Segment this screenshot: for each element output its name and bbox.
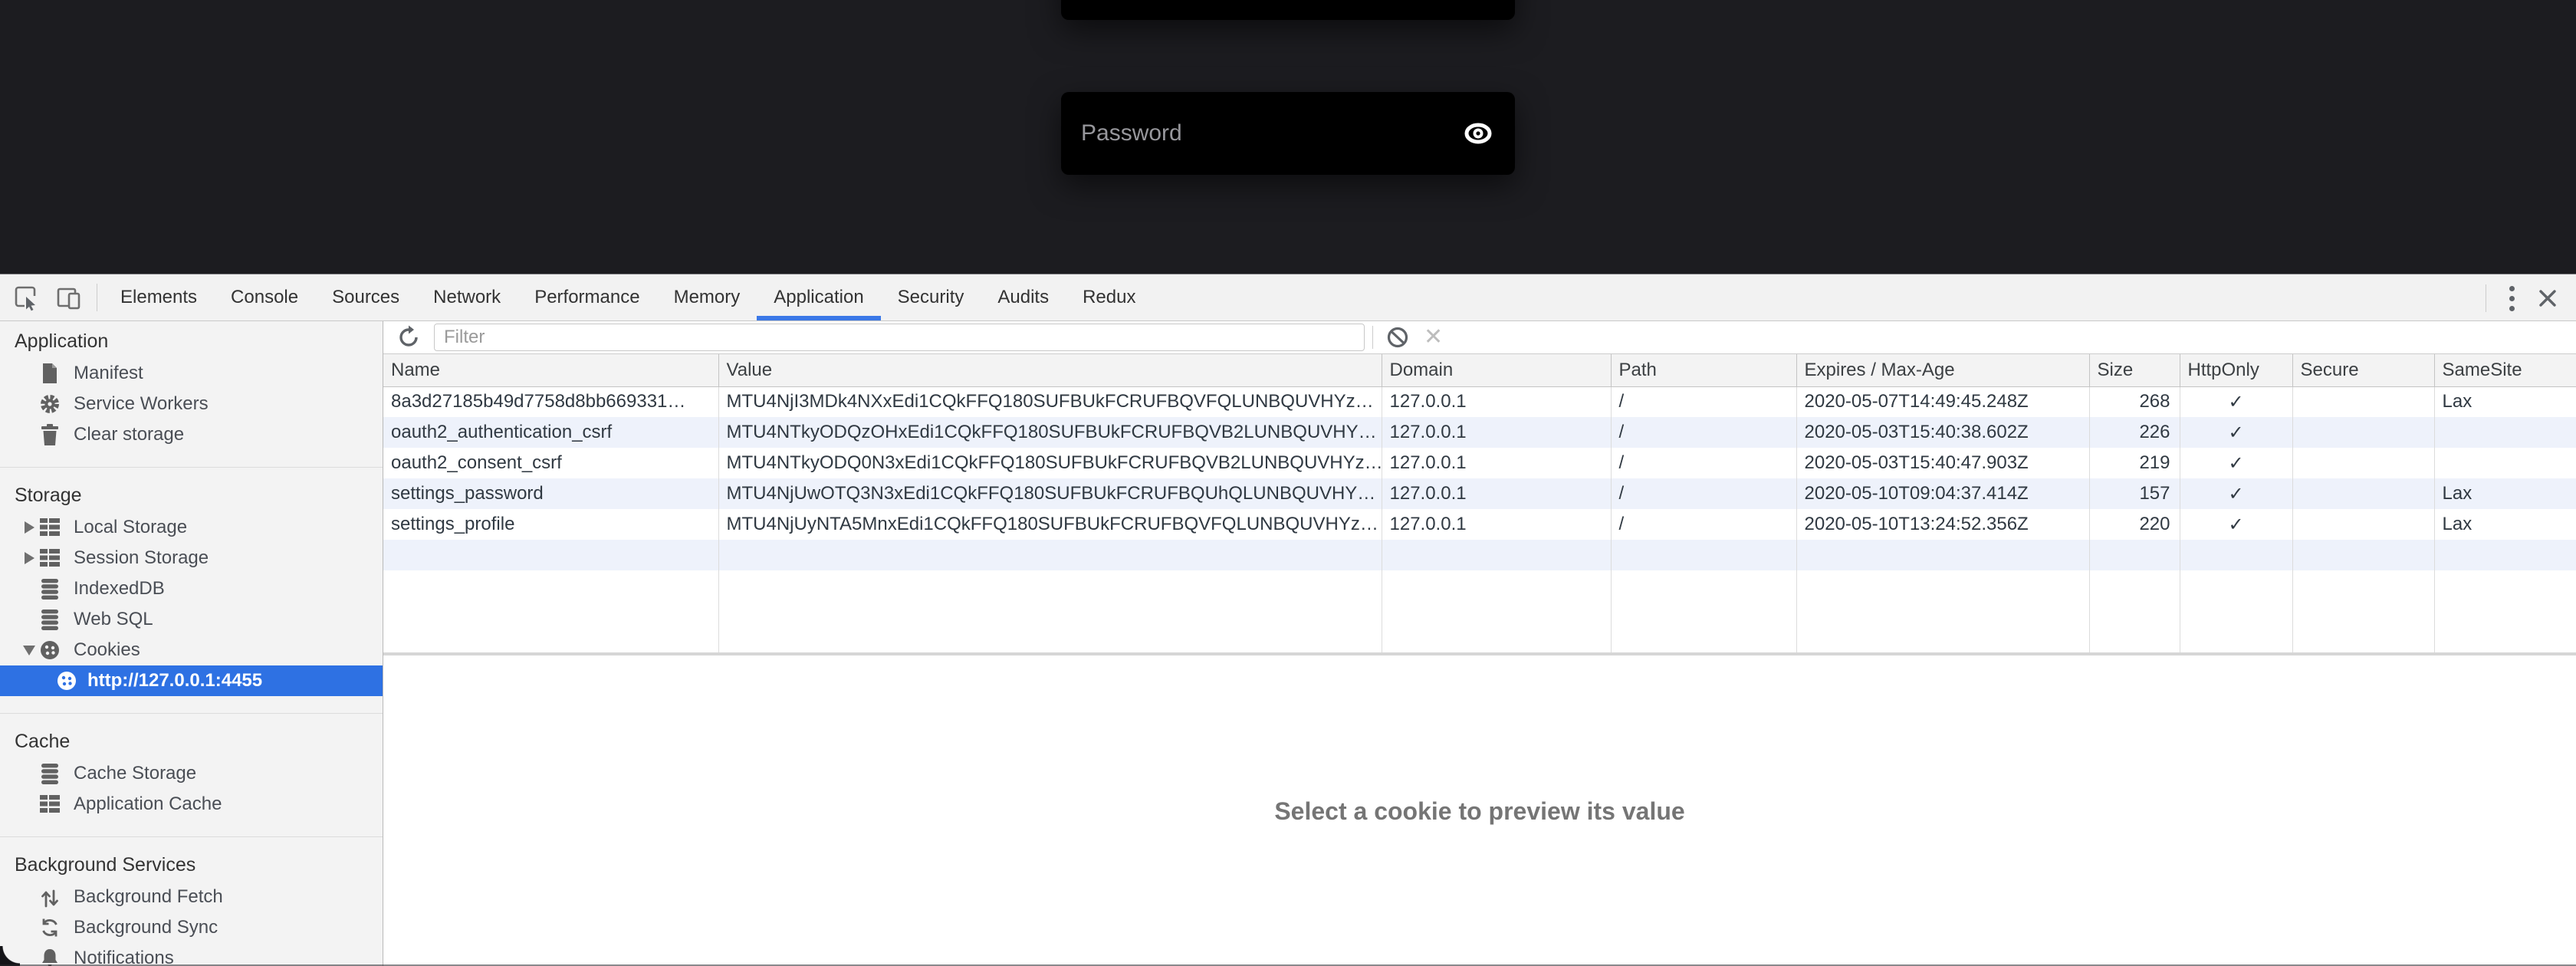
sidebar-item-cookie-origin-selected[interactable]: http://127.0.0.1:4455 — [0, 665, 383, 696]
password-field[interactable] — [1061, 92, 1515, 175]
column-header-domain[interactable]: Domain — [1382, 354, 1611, 386]
sidebar-item-session-storage[interactable]: Session Storage — [0, 543, 383, 573]
login-page — [0, 0, 2576, 274]
inspect-element-icon[interactable] — [5, 274, 48, 320]
tab-console[interactable]: Console — [214, 274, 315, 320]
httponly-check: ✓ — [2180, 509, 2292, 540]
sidebar-item-indexeddb[interactable]: IndexedDB — [0, 573, 383, 604]
table-icon — [38, 518, 61, 537]
sidebar-item-background-fetch[interactable]: Background Fetch — [0, 882, 383, 912]
sidebar-item-web-sql[interactable]: Web SQL — [0, 604, 383, 635]
table-header-row: Name Value Domain Path Expires / Max-Age… — [383, 354, 2576, 386]
sidebar-item-application-cache[interactable]: Application Cache — [0, 789, 383, 820]
tab-elements[interactable]: Elements — [104, 274, 214, 320]
expand-arrow-icon[interactable] — [20, 521, 38, 534]
collapse-arrow-icon[interactable] — [20, 646, 38, 656]
cookie-row[interactable]: 8a3d27185b49d7758d8bb669331… MTU4NjI3MDk… — [383, 386, 2576, 417]
username-field[interactable] — [1061, 0, 1515, 20]
database-icon — [38, 578, 61, 600]
document-icon — [38, 363, 61, 384]
cookie-row[interactable]: oauth2_consent_csrf MTU4NTkyODQ0N3xEdi1C… — [383, 448, 2576, 478]
cookies-toolbar: ✕ — [383, 321, 2576, 354]
column-header-value[interactable]: Value — [718, 354, 1382, 386]
tab-sources[interactable]: Sources — [315, 274, 416, 320]
clear-cookies-icon[interactable] — [1385, 325, 1410, 350]
database-icon — [38, 763, 61, 784]
application-sidebar: Application Manifest Service Workers — [0, 321, 383, 966]
sidebar-item-cookies[interactable]: Cookies — [0, 635, 383, 665]
sidebar-item-clear-storage[interactable]: Clear storage — [0, 419, 383, 450]
table-filler — [383, 570, 2576, 652]
toolbar-separator — [1372, 326, 1373, 349]
table-icon — [38, 548, 61, 568]
cookie-table: Name Value Domain Path Expires / Max-Age… — [383, 354, 2576, 652]
screen-corner — [0, 946, 20, 966]
sidebar-item-background-sync[interactable]: Background Sync — [0, 912, 383, 943]
tab-performance[interactable]: Performance — [518, 274, 656, 320]
tab-network[interactable]: Network — [416, 274, 518, 320]
up-down-arrows-icon — [38, 886, 61, 908]
bell-icon — [38, 948, 61, 966]
column-header-samesite[interactable]: SameSite — [2434, 354, 2576, 386]
sync-arrows-icon — [38, 917, 61, 938]
devtools-tabbar: Elements Console Sources Network Perform… — [0, 274, 2576, 321]
expand-arrow-icon[interactable] — [20, 552, 38, 564]
cookie-icon — [38, 639, 61, 661]
httponly-check: ✓ — [2180, 386, 2292, 417]
section-header-cache: Cache — [0, 724, 383, 758]
password-input[interactable] — [1061, 120, 1421, 146]
httponly-check: ✓ — [2180, 417, 2292, 448]
sidebar-divider — [0, 836, 383, 837]
cookie-preview-pane: Select a cookie to preview its value — [383, 656, 2576, 966]
database-icon — [38, 609, 61, 630]
column-header-name[interactable]: Name — [383, 354, 718, 386]
filter-input[interactable] — [434, 324, 1365, 351]
sidebar-divider — [0, 467, 383, 468]
sidebar-item-service-workers[interactable]: Service Workers — [0, 389, 383, 419]
table-icon — [38, 794, 61, 814]
cookies-pane: ✕ Name Value Domain Path Expires / Max-A… — [383, 321, 2576, 966]
gear-icon — [38, 393, 61, 415]
tab-security[interactable]: Security — [881, 274, 981, 320]
refresh-icon[interactable] — [396, 324, 422, 350]
column-header-path[interactable]: Path — [1611, 354, 1796, 386]
sidebar-item-manifest[interactable]: Manifest — [0, 358, 383, 389]
devtools-panel: Elements Console Sources Network Perform… — [0, 274, 2576, 966]
tab-memory[interactable]: Memory — [657, 274, 757, 320]
delete-selected-icon[interactable]: ✕ — [1424, 326, 1443, 349]
device-toolbar-icon[interactable] — [48, 274, 90, 320]
tab-audits[interactable]: Audits — [981, 274, 1066, 320]
httponly-check: ✓ — [2180, 478, 2292, 509]
tab-redux[interactable]: Redux — [1066, 274, 1152, 320]
empty-row — [383, 540, 2576, 570]
close-devtools-icon[interactable] — [2532, 287, 2576, 310]
sidebar-divider — [0, 713, 383, 714]
sidebar-item-local-storage[interactable]: Local Storage — [0, 512, 383, 543]
show-password-eye-icon[interactable] — [1461, 121, 1495, 146]
httponly-check: ✓ — [2180, 448, 2292, 478]
tabbar-right-controls — [2479, 274, 2576, 322]
devtools-menu-icon[interactable] — [2492, 286, 2532, 311]
column-header-secure[interactable]: Secure — [2292, 354, 2434, 386]
cookie-row[interactable]: settings_password MTU4NjUwOTQ3N3xEdi1CQk… — [383, 478, 2576, 509]
column-header-expires[interactable]: Expires / Max-Age — [1796, 354, 2089, 386]
column-header-httponly[interactable]: HttpOnly — [2180, 354, 2292, 386]
tab-application[interactable]: Application — [757, 274, 880, 320]
cookie-icon — [55, 670, 78, 692]
section-header-application: Application — [0, 324, 383, 358]
column-header-size[interactable]: Size — [2089, 354, 2180, 386]
section-header-background-services: Background Services — [0, 848, 383, 882]
screen: Elements Console Sources Network Perform… — [0, 0, 2576, 966]
trash-icon — [38, 424, 61, 445]
sidebar-item-notifications[interactable]: Notifications — [0, 943, 383, 966]
cookie-row[interactable]: oauth2_authentication_csrf MTU4NTkyODQzO… — [383, 417, 2576, 448]
section-header-storage: Storage — [0, 478, 383, 512]
cookie-row[interactable]: settings_profile MTU4NjUyNTA5MnxEdi1CQkF… — [383, 509, 2576, 540]
preview-placeholder-text: Select a cookie to preview its value — [1274, 797, 1684, 966]
sidebar-item-cache-storage[interactable]: Cache Storage — [0, 758, 383, 789]
